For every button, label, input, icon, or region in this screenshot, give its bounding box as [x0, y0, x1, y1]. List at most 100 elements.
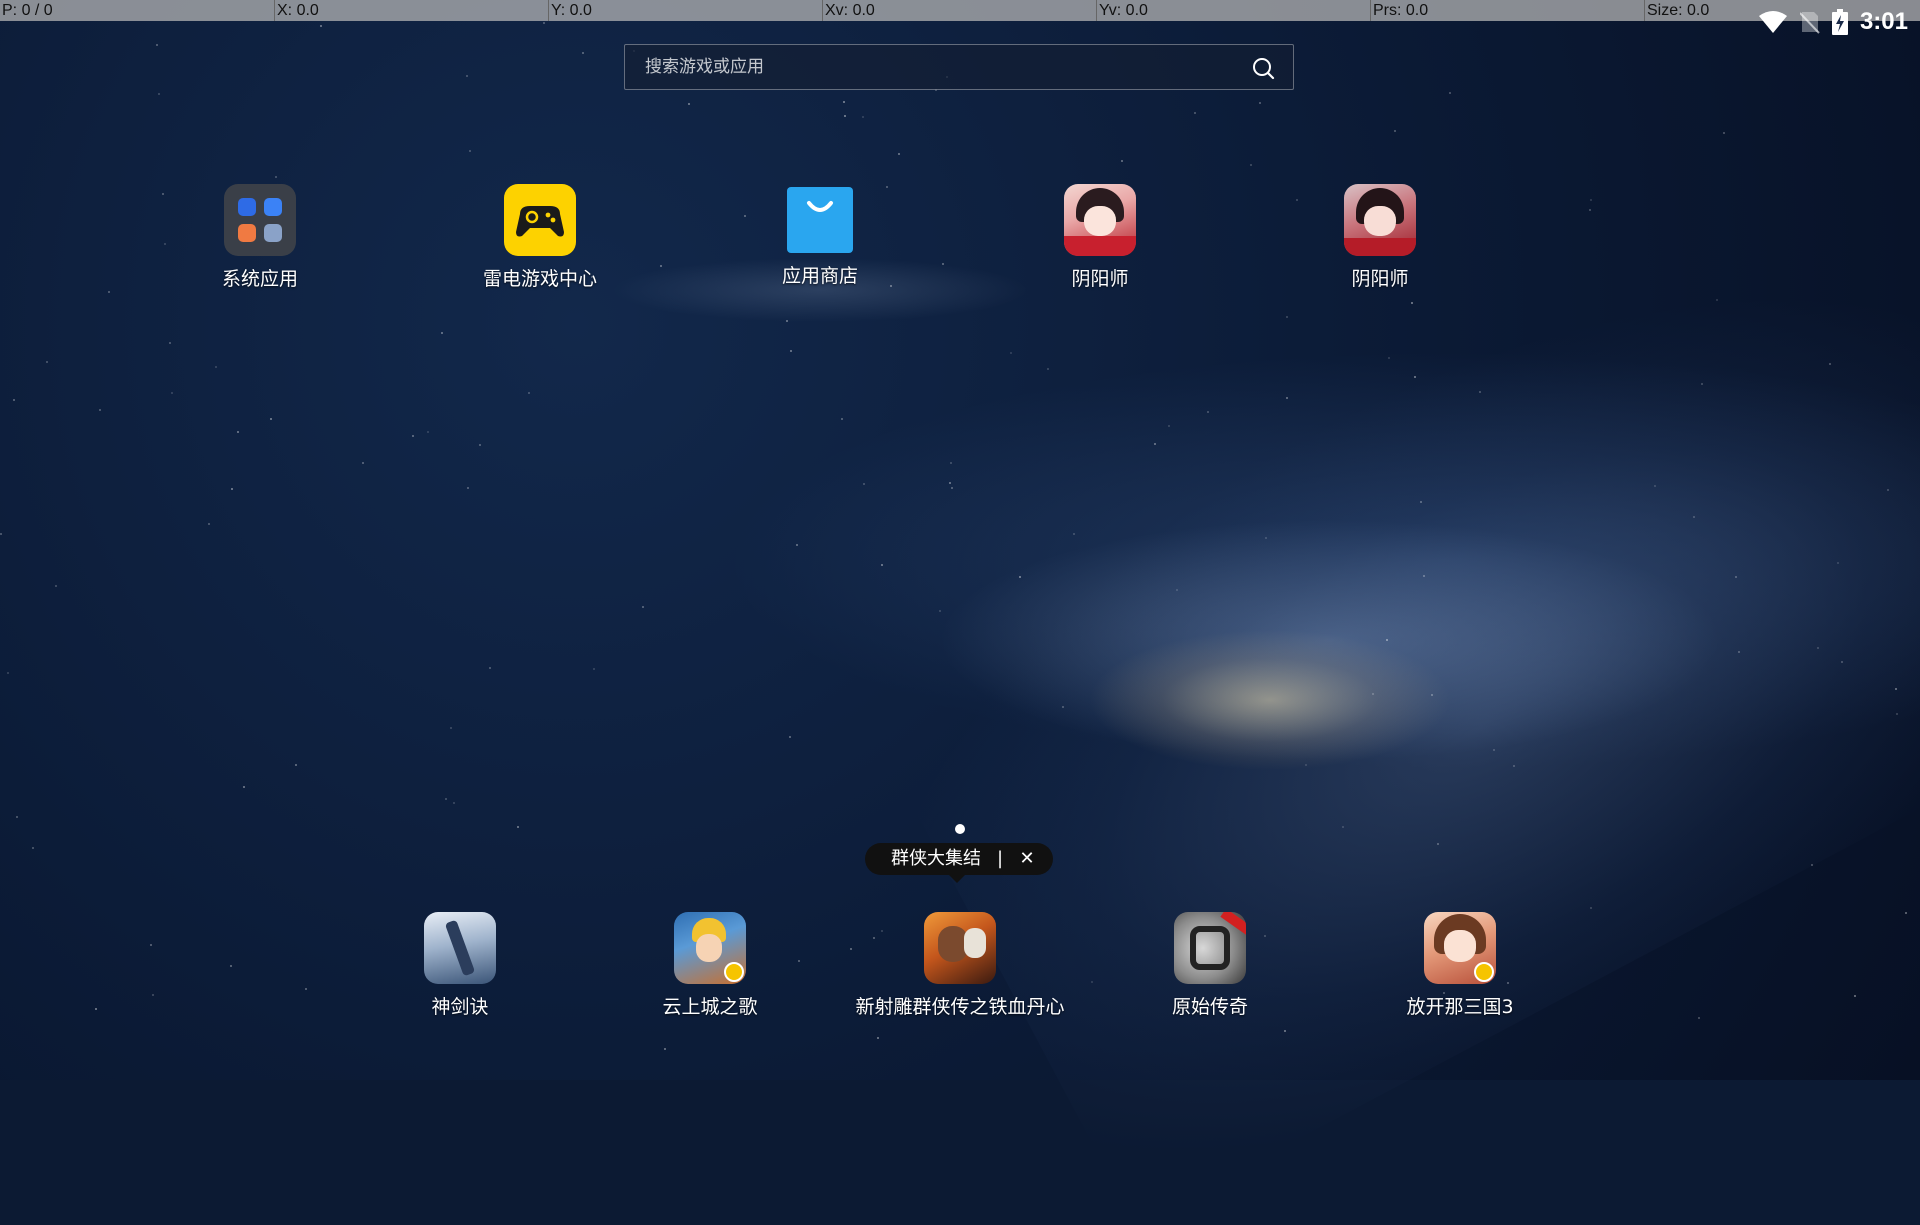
- star: [1887, 489, 1889, 491]
- star: [171, 392, 173, 394]
- star: [158, 93, 160, 95]
- star: [1372, 693, 1374, 695]
- star: [863, 483, 865, 485]
- app-app-store[interactable]: 应用商店: [700, 184, 940, 288]
- app-game-center[interactable]: 雷电游戏中心: [420, 184, 660, 291]
- star: [790, 350, 792, 352]
- shenjianjue-icon: [424, 912, 496, 984]
- star: [1735, 576, 1737, 578]
- star: [688, 103, 690, 105]
- star: [660, 265, 662, 267]
- app-label: 新射雕群侠传之铁血丹心: [855, 996, 1065, 1018]
- star: [1716, 299, 1718, 301]
- star: [453, 802, 455, 804]
- star: [243, 786, 245, 788]
- star: [108, 291, 110, 293]
- star: [1265, 537, 1267, 539]
- onmyoji-icon: [1064, 184, 1136, 256]
- pointer-y: Y: 0.0: [548, 0, 592, 21]
- search-input[interactable]: [625, 45, 1225, 89]
- page-indicator-dot: [955, 824, 965, 834]
- close-icon[interactable]: ✕: [1015, 843, 1039, 875]
- app-label: 云上城之歌: [662, 996, 758, 1018]
- star: [1250, 164, 1252, 166]
- star: [593, 668, 595, 670]
- star: [469, 150, 471, 152]
- star: [295, 764, 297, 766]
- star: [55, 585, 57, 587]
- star: [1207, 411, 1209, 413]
- app-label: 阴阳师: [1071, 268, 1129, 290]
- search-icon[interactable]: [1251, 56, 1275, 80]
- star: [320, 25, 322, 27]
- app-system-apps[interactable]: 系统应用: [140, 184, 380, 291]
- star: [1019, 576, 1021, 578]
- star: [1305, 764, 1307, 766]
- pointer-x: X: 0.0: [274, 0, 319, 21]
- star: [1693, 516, 1695, 518]
- star: [1829, 363, 1831, 365]
- star: [1905, 912, 1907, 914]
- app-label: 神剑诀: [431, 996, 489, 1018]
- star: [843, 101, 845, 103]
- app-shenjianjue[interactable]: 神剑诀: [340, 912, 580, 1019]
- star: [95, 1008, 97, 1010]
- star: [1121, 160, 1123, 162]
- star: [1437, 843, 1439, 845]
- app-yunshangcheng[interactable]: 云上城之歌: [590, 912, 830, 1019]
- onmyoji-icon: [1344, 184, 1416, 256]
- star: [1411, 302, 1413, 304]
- star: [939, 610, 941, 612]
- star: [1895, 688, 1897, 690]
- star: [467, 487, 469, 489]
- app-label: 阴阳师: [1351, 268, 1409, 290]
- star: [466, 75, 468, 77]
- search-bar[interactable]: [624, 44, 1294, 90]
- star: [1513, 765, 1515, 767]
- star: [786, 320, 788, 322]
- star: [1423, 575, 1425, 577]
- app-yuanshi-chuanqi[interactable]: 原始传奇: [1090, 912, 1330, 1019]
- star: [1342, 826, 1344, 828]
- app-label: 应用商店: [781, 265, 858, 287]
- star: [152, 994, 154, 996]
- star: [1723, 132, 1725, 134]
- app-onmyoji-2[interactable]: 阴阳师: [1260, 184, 1500, 291]
- star: [582, 52, 584, 54]
- shediao-icon: [924, 912, 996, 984]
- star: [844, 115, 846, 117]
- promo-tooltip: 群侠大集结 | ✕: [865, 843, 1053, 883]
- fangkai-sanguo-icon: [1424, 912, 1496, 984]
- app-fangkai-sanguo[interactable]: 放开那三国3: [1340, 912, 1580, 1019]
- pointer-count: P: 0 / 0: [2, 2, 53, 19]
- star: [1589, 209, 1591, 211]
- star: [1286, 397, 1288, 399]
- wifi-icon: [1758, 11, 1787, 33]
- star: [208, 523, 210, 525]
- star: [543, 22, 545, 24]
- star: [305, 988, 307, 990]
- star: [1010, 352, 1012, 354]
- star: [1073, 533, 1075, 535]
- tooltip-separator: |: [997, 848, 1004, 869]
- star: [1414, 376, 1416, 378]
- star: [445, 798, 447, 800]
- star: [1176, 589, 1178, 591]
- star: [215, 366, 217, 368]
- star: [1388, 357, 1390, 359]
- star: [1194, 112, 1196, 114]
- star: [32, 847, 34, 849]
- star: [275, 176, 277, 178]
- star: [1817, 647, 1819, 649]
- star: [1811, 864, 1813, 866]
- star: [789, 736, 791, 738]
- star: [1493, 749, 1495, 751]
- star: [1420, 501, 1422, 503]
- star: [1654, 485, 1656, 487]
- star: [0, 533, 2, 535]
- app-shediao[interactable]: 新射雕群侠传之铁血丹心: [840, 912, 1080, 1019]
- promo-badge-icon: [724, 962, 744, 982]
- star: [231, 488, 233, 490]
- app-onmyoji-1[interactable]: 阴阳师: [980, 184, 1220, 291]
- no-sim-icon: [1799, 12, 1820, 34]
